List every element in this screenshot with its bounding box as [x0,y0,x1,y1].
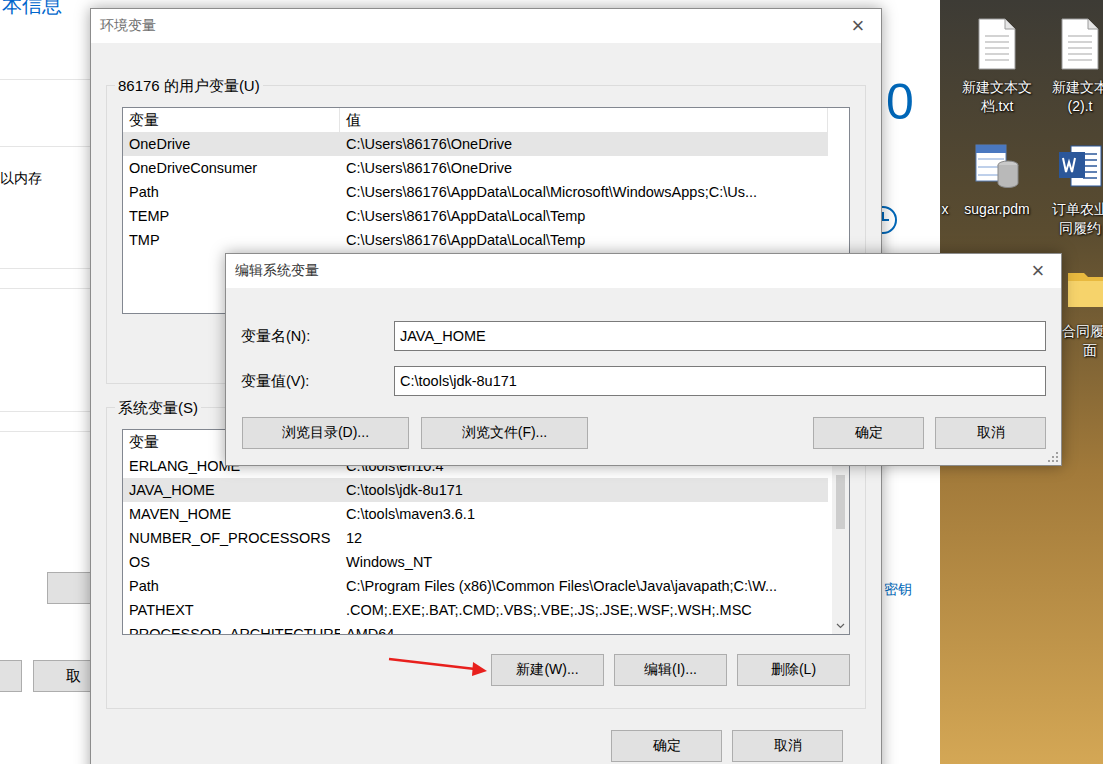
browse-button[interactable]: 浏览目录(D)... [242,417,409,449]
dialog-button[interactable]: 取消 [935,417,1046,449]
dialog-button[interactable]: 确定 [813,417,924,449]
cancel-button[interactable]: 取 [33,660,90,692]
variable-name: PATHEXT [123,598,340,622]
table-row[interactable]: PROCESSOR_ARCHITECTUREAMD64 [123,622,828,634]
memory-label: 以内存 [0,147,90,269]
variable-value: C:\Users\86176\AppData\Local\Temp [340,204,828,228]
column-header[interactable]: 值 [340,108,828,132]
variable-name: NUMBER_OF_PROCESSORS [123,526,340,550]
table-row[interactable]: OneDriveC:\Users\86176\OneDrive [123,132,828,156]
resize-grip-icon[interactable] [1047,451,1059,463]
variable-value: .COM;.EXE;.BAT;.CMD;.VBS;.VBE;.JS;.JSE;.… [340,598,828,622]
table-header: 变量值 [123,108,828,132]
close-button[interactable]: × [835,9,881,43]
table-row[interactable]: OSWindows_NT [123,550,828,574]
table-row[interactable]: NUMBER_OF_PROCESSORS12 [123,526,828,550]
table-row[interactable]: PathC:\Users\86176\AppData\Local\Microso… [123,180,828,204]
info-value: 0 [882,72,940,132]
ok-button[interactable] [0,660,22,692]
title-bar: 编辑系统变量 × [226,254,1061,288]
dialog-button[interactable]: 确定 [611,730,722,762]
variable-action-button[interactable]: 删除(L) [737,654,850,686]
table-row[interactable]: TEMPC:\Users\86176\AppData\Local\Temp [123,204,828,228]
scrollbar[interactable] [832,454,849,634]
desktop-icon[interactable]: sugar.pdm [957,140,1037,219]
text-field[interactable]: JAVA_HOME [394,321,1046,351]
variable-value: C:\tools\maven3.6.1 [340,502,828,526]
window-title: 本信息 [0,0,90,80]
variable-value: C:\Users\86176\OneDrive [340,156,828,180]
text-field[interactable]: C:\tools\jdk-8u171 [394,366,1046,396]
close-button[interactable]: × [1015,254,1061,288]
database-model-icon [974,141,1020,191]
table-row[interactable]: OneDriveConsumerC:\Users\86176\OneDrive [123,156,828,180]
desktop-icon[interactable]: 新建文本文档.txt [957,18,1037,116]
variable-value: AMD64 [340,622,828,634]
edit-variable-dialog: 编辑系统变量 × 变量名(N):JAVA_HOME 变量值(V):C:\tools\j… [225,253,1062,466]
variable-value: C:\Users\86176\AppData\Local\Microsoft\W… [340,180,828,204]
desktop-icon-label: sugar.pdm [964,200,1029,219]
variable-value: C:\tools\jdk-8u171 [340,478,828,502]
clock-icon [882,205,898,235]
word-document-icon [1057,144,1103,188]
desktop-icon[interactable]: 订单农业同履约 [1040,140,1103,238]
variable-value: C:\Users\86176\OneDrive [340,132,828,156]
table-row[interactable]: PathC:\Program Files (x86)\Common Files\… [123,574,828,598]
desktop-icon-label: 新建文本(2).t [1052,78,1103,116]
dialog-title: 编辑系统变量 [235,262,319,280]
table-row[interactable]: PATHEXT.COM;.EXE;.BAT;.CMD;.VBS;.VBE;.JS… [123,598,828,622]
product-key-link[interactable]: 密钥 [882,580,940,598]
text-file-icon [977,18,1017,70]
chevron-down-icon [836,623,845,629]
variable-name: Path [123,574,340,598]
variable-name: OneDrive [123,132,340,156]
group-label: 86176 的用户变量(U) [115,76,263,95]
variable-action-button[interactable]: 新建(W)... [491,654,604,686]
variable-value: Windows_NT [340,550,828,574]
table-row[interactable]: MAVEN_HOMEC:\tools\maven3.6.1 [123,502,828,526]
variable-name: JAVA_HOME [123,478,340,502]
desktop-icon-label: 订单农业同履约 [1052,200,1103,238]
folder-icon [1066,267,1103,309]
scroll-down-button[interactable] [832,617,849,634]
variable-name: OneDriveConsumer [123,156,340,180]
variable-name: Path [123,180,340,204]
variable-name: MAVEN_HOME [123,502,340,526]
variable-name: OS [123,550,340,574]
column-header[interactable]: 变量 [123,108,340,132]
red-arrow-icon [387,654,489,678]
table-row[interactable]: JAVA_HOMEC:\tools\jdk-8u171 [123,478,828,502]
variable-name: TMP [123,228,340,252]
browse-button[interactable]: 浏览文件(F)... [421,417,588,449]
title-bar: 环境变量 × [91,9,881,43]
dialog-button[interactable]: 取消 [732,730,843,762]
table-row[interactable]: TMPC:\Users\86176\AppData\Local\Temp [123,228,828,252]
variable-name: TEMP [123,204,340,228]
dialog-title: 环境变量 [100,17,156,35]
settings-button[interactable] [47,572,90,604]
variable-value: C:\Program Files (x86)\Common Files\Orac… [340,574,828,598]
scroll-thumb[interactable] [836,475,845,529]
variable-value: 12 [340,526,828,550]
desktop: 新建文本文档.txt 新建文本(2).t x sugar.pdm 订单农业同履约合同履约… [0,0,1103,764]
desktop-icon-label: 新建文本文档.txt [962,78,1032,116]
desktop-icon-label: x [942,200,949,219]
variable-name: PROCESSOR_ARCHITECTURE [123,622,340,634]
text-file-icon [1060,18,1100,70]
variable-value: C:\Users\86176\AppData\Local\Temp [340,228,828,252]
field-label: 变量名(N): [241,327,394,346]
desktop-icon-label: 合同履约面 [1062,322,1103,360]
variable-action-button[interactable]: 编辑(I)... [614,654,727,686]
group-label: 系统变量(S) [115,398,201,417]
desktop-icon[interactable]: 新建文本(2).t [1040,18,1103,116]
field-label: 变量值(V): [241,372,394,391]
